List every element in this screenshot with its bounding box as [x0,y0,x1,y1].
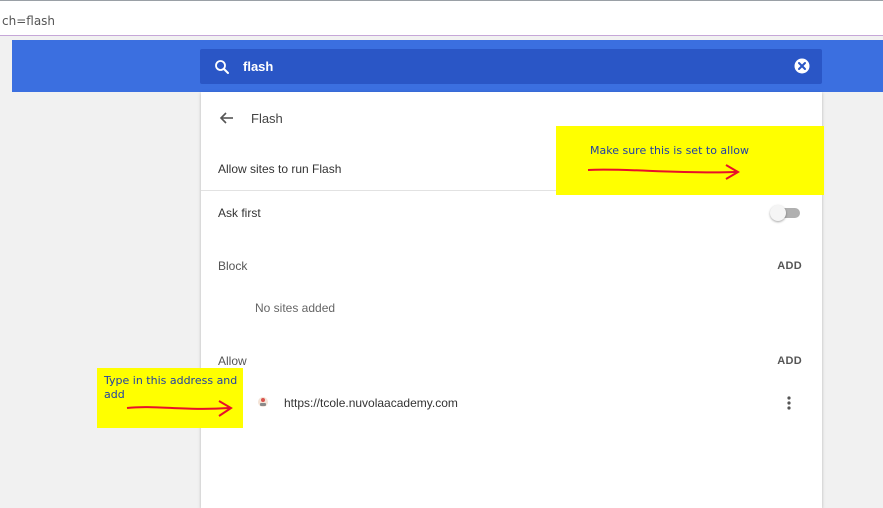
page-title: Flash [251,111,283,126]
ask-first-toggle-knob [770,205,786,221]
address-bar-divider [0,35,883,36]
ask-first-label: Ask first [218,206,261,220]
annotation-arrow-icon [587,164,740,180]
settings-search-box[interactable]: flash [200,49,822,84]
annotation-toggle-note-text: Make sure this is set to allow [590,144,750,157]
back-arrow-icon[interactable] [219,110,235,126]
search-input[interactable]: flash [243,59,273,74]
more-vert-icon[interactable] [786,395,792,411]
allowed-site-url: https://tcole.nuvolaacademy.com [284,396,458,410]
allow-section-label: Allow [218,354,247,368]
block-add-button[interactable]: ADD [777,260,802,272]
annotation-toggle-note: Make sure this is set to allow [556,126,824,195]
block-section-label: Block [218,259,248,273]
search-icon [215,60,229,74]
ask-first-toggle[interactable] [770,205,802,221]
site-favicon [258,397,268,407]
annotation-address-note-line2: add [104,388,125,401]
allow-add-button[interactable]: ADD [777,355,802,367]
allow-flash-label: Allow sites to run Flash [218,162,342,176]
block-empty-text: No sites added [255,301,336,315]
ask-first-row[interactable]: Ask first [201,192,822,232]
annotation-address-note: Type in this address and add [97,368,243,428]
address-bar[interactable]: ch=flash [0,0,883,36]
annotation-address-note-line1: Type in this address and [104,374,238,387]
clear-search-icon[interactable] [794,58,810,74]
annotation-arrow-icon [126,400,233,417]
allow-site-row[interactable]: https://tcole.nuvolaacademy.com [201,387,822,417]
address-bar-text[interactable]: ch=flash [2,14,55,28]
